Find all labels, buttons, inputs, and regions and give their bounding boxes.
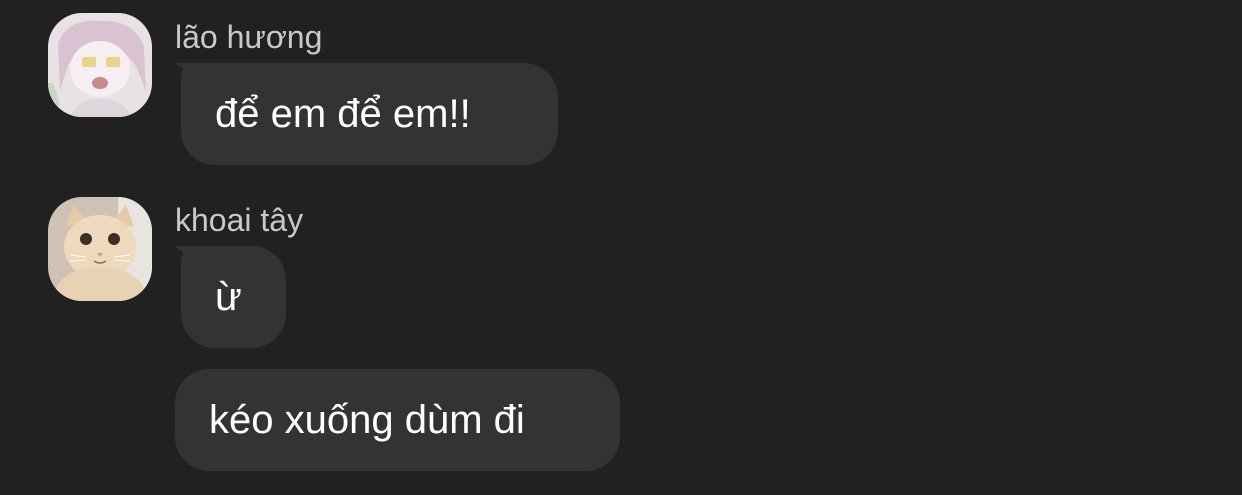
message-bubble[interactable]: ừ	[181, 246, 286, 348]
message-text: để em để em!!	[215, 91, 471, 136]
anime-girl-avatar-icon[interactable]	[48, 13, 152, 117]
message-text: kéo xuống dùm đi	[209, 397, 525, 442]
message-bubble[interactable]: để em để em!!	[181, 63, 558, 165]
message-text: ừ	[215, 274, 242, 319]
message-bubble[interactable]: kéo xuống dùm đi	[175, 369, 620, 471]
sender-name: khoai tây	[175, 202, 304, 238]
cat-avatar-icon[interactable]	[48, 197, 152, 301]
sender-name: lão hương	[175, 19, 323, 55]
